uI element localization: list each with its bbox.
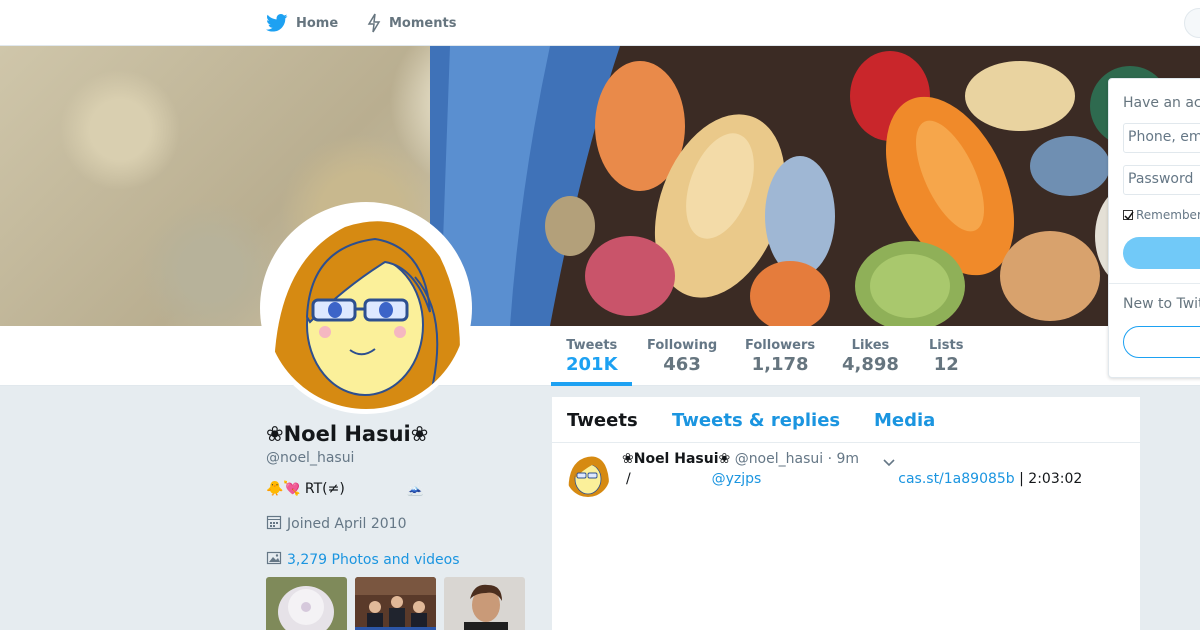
nav-moments[interactable]: Moments (367, 0, 456, 46)
chevron-down-icon[interactable] (882, 453, 896, 472)
search-button[interactable] (1184, 8, 1200, 38)
password-input[interactable]: Password (1123, 165, 1200, 195)
tab-media[interactable]: Media (874, 410, 935, 431)
stat-label: Followers (745, 338, 816, 353)
timeline-tabs: Tweets Tweets & replies Media (552, 397, 1140, 443)
tweet-mention[interactable]: @yzjps (712, 471, 762, 487)
tweet-text-prefix: / (626, 471, 631, 487)
tab-tweets[interactable]: Tweets (567, 410, 638, 431)
meeting-thumbnail-image (355, 577, 436, 630)
signup-button[interactable] (1123, 326, 1200, 358)
tweet-avatar[interactable] (566, 453, 610, 497)
media-thumbnail[interactable] (444, 577, 525, 630)
login-button[interactable] (1123, 237, 1200, 269)
tweet-author-handle[interactable]: @noel_hasui (735, 451, 823, 467)
stat-value: 463 (663, 354, 701, 375)
profile-nav-bar: Tweets 201K Following 463 Followers 1,17… (0, 326, 1200, 386)
profile-handle: @noel_hasui (266, 450, 355, 466)
stat-following[interactable]: Following 463 (647, 338, 717, 375)
stat-value: 1,178 (751, 354, 809, 375)
remember-checkbox[interactable] (1123, 210, 1134, 221)
active-tab-indicator (551, 382, 632, 386)
login-divider (1109, 283, 1200, 284)
stat-followers[interactable]: Followers 1,178 (745, 338, 815, 375)
profile-joined: Joined April 2010 (266, 514, 407, 534)
stat-label: Likes (851, 338, 890, 353)
tweet[interactable]: ❀Noel Hasui❀ @noel_hasui · 9m / @yzjps c… (552, 443, 1140, 523)
joined-text: Joined April 2010 (287, 516, 407, 532)
flower-thumbnail-image (266, 577, 347, 630)
stat-value: 12 (933, 354, 959, 375)
photos-videos-label: 3,279 Photos and videos (287, 552, 460, 568)
remember-me[interactable]: Remember (1123, 208, 1200, 222)
stat-lists[interactable]: Lists 12 (929, 338, 963, 375)
portrait-thumbnail-image (444, 577, 525, 630)
stat-label: Lists (929, 338, 964, 353)
stat-tweets[interactable]: Tweets 201K (566, 338, 618, 375)
media-thumbnail[interactable] (266, 577, 347, 630)
bio-text: RT(≠) (304, 481, 345, 497)
tab-tweets-replies[interactable]: Tweets & replies (672, 410, 840, 431)
banner-shells-image (430, 46, 1200, 326)
profile-display-name: ❀Noel Hasui❀ (266, 422, 429, 446)
tweet-avatar-image (566, 453, 610, 497)
phone-email-input[interactable]: Phone, em (1123, 123, 1200, 153)
stat-value: 201K (566, 354, 618, 375)
stat-label: Tweets (566, 338, 618, 353)
tweet-text-suffix: | 2:03:02 (1019, 471, 1083, 487)
bio-emoji: 🐥💘 (266, 481, 301, 497)
calendar-icon (266, 514, 282, 534)
photos-videos-link[interactable]: 3,279 Photos and videos (266, 550, 460, 570)
nav-home-label: Home (296, 15, 339, 31)
tweet-header: ❀Noel Hasui❀ @noel_hasui · 9m (622, 451, 859, 467)
timeline: Tweets Tweets & replies Media ❀Noel Hasu… (552, 397, 1140, 630)
stat-value: 4,898 (842, 354, 899, 375)
remember-label: Remember (1136, 208, 1200, 222)
tweet-timestamp[interactable]: · 9m (828, 451, 859, 467)
login-panel: Have an ac Phone, em Password Remember N… (1108, 78, 1200, 378)
nav-home[interactable]: Home (266, 0, 338, 46)
profile-avatar[interactable] (260, 202, 472, 414)
image-icon (266, 550, 282, 570)
profile-bio: 🐥💘 RT(≠) 🗻 (266, 481, 424, 497)
tweet-author-name[interactable]: ❀Noel Hasui❀ (622, 451, 730, 467)
bird-icon (266, 14, 288, 32)
mountain-emoji: 🗻 (406, 481, 425, 497)
tweet-text: / @yzjps cas.st/1a89085b | 2:03:02 (626, 471, 1082, 487)
stat-label: Following (647, 338, 718, 353)
media-thumbnail[interactable] (355, 577, 436, 630)
new-to-twitter-title: New to Twit (1123, 296, 1200, 312)
login-title: Have an ac (1123, 95, 1200, 111)
stat-likes[interactable]: Likes 4,898 (842, 338, 899, 375)
nav-moments-label: Moments (389, 15, 457, 31)
tweet-link[interactable]: cas.st/1a89085b (898, 471, 1014, 487)
avatar (265, 207, 467, 409)
lightning-icon (367, 13, 381, 33)
profile-banner (0, 46, 1200, 326)
top-navigation: Home Moments (0, 0, 1200, 46)
